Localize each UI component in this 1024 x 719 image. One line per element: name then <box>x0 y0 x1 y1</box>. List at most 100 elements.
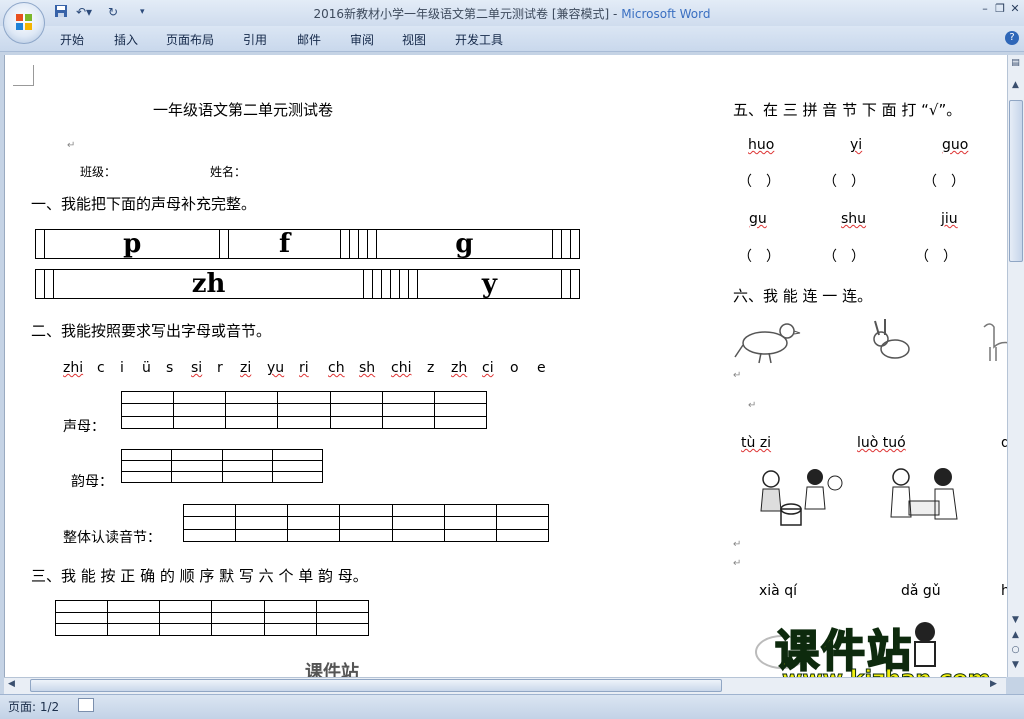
s5-paren[interactable]: （ ） <box>915 246 957 266</box>
writing-cell[interactable] <box>495 528 550 543</box>
writing-cell[interactable] <box>381 415 435 430</box>
writing-cell[interactable] <box>443 503 497 518</box>
grid-cell[interactable] <box>348 229 360 259</box>
writing-cell[interactable] <box>221 460 273 472</box>
page-indicator[interactable]: 页面: 1/2 <box>8 698 59 715</box>
writing-cell[interactable] <box>120 390 175 405</box>
s5-paren[interactable]: （ ） <box>738 171 780 191</box>
writing-cell[interactable] <box>495 516 550 530</box>
writing-cell[interactable] <box>433 390 488 405</box>
grid-cell[interactable] <box>381 269 391 299</box>
writing-cell[interactable] <box>315 611 370 625</box>
s5-paren[interactable]: （ ） <box>738 246 780 266</box>
grid-cell[interactable]: g <box>376 229 553 259</box>
writing-cell[interactable] <box>339 503 393 518</box>
writing-cell[interactable] <box>211 600 265 613</box>
writing-cell[interactable] <box>329 390 383 405</box>
browse-object-icon[interactable]: ○ <box>1008 645 1023 655</box>
grid-cell[interactable] <box>219 229 230 259</box>
s5-paren[interactable]: （ ） <box>823 246 865 266</box>
tab-page-layout[interactable]: 页面布局 <box>166 31 214 48</box>
grid-cell[interactable]: p <box>44 229 221 259</box>
previous-page-icon[interactable]: ▲ <box>1008 630 1023 640</box>
writing-cell[interactable] <box>329 415 383 430</box>
writing-cell[interactable] <box>182 528 237 543</box>
vertical-scroll-thumb[interactable] <box>1009 100 1023 262</box>
next-page-icon[interactable]: ▼ <box>1008 660 1023 670</box>
restore-icon[interactable]: ❐ <box>993 2 1007 16</box>
proofing-icon[interactable] <box>78 698 94 712</box>
writing-cell[interactable] <box>235 503 289 518</box>
grid-cell[interactable] <box>398 269 409 299</box>
minimize-icon[interactable]: – <box>978 2 992 16</box>
grid-cell[interactable]: y <box>416 269 562 299</box>
grid-cell[interactable] <box>390 269 400 299</box>
writing-cell[interactable] <box>271 460 324 472</box>
writing-cell[interactable] <box>391 516 445 530</box>
scroll-up-icon[interactable]: ▲ <box>1008 80 1023 90</box>
writing-cell[interactable] <box>235 516 289 530</box>
writing-cell[interactable] <box>271 449 324 461</box>
writing-cell[interactable] <box>263 623 317 636</box>
scroll-right-icon[interactable]: ▶ <box>990 679 997 689</box>
close-icon[interactable]: ✕ <box>1008 2 1022 16</box>
writing-cell[interactable] <box>120 471 173 483</box>
tab-view[interactable]: 视图 <box>402 31 426 48</box>
writing-cell[interactable] <box>54 611 109 625</box>
writing-cell[interactable] <box>433 415 488 430</box>
writing-cell[interactable] <box>315 623 370 636</box>
tab-review[interactable]: 审阅 <box>350 31 374 48</box>
writing-cell[interactable] <box>173 415 227 430</box>
tab-developer[interactable]: 开发工具 <box>455 31 503 48</box>
writing-cell[interactable] <box>225 390 279 405</box>
grid-cell[interactable] <box>407 269 418 299</box>
grid-cell[interactable] <box>569 269 581 299</box>
writing-cell[interactable] <box>443 516 497 530</box>
writing-cell[interactable] <box>171 460 223 472</box>
writing-cell[interactable] <box>263 600 317 613</box>
writing-cell[interactable] <box>159 600 213 613</box>
writing-cell[interactable] <box>287 503 341 518</box>
scroll-left-icon[interactable]: ◀ <box>8 679 15 689</box>
writing-cell[interactable] <box>173 390 227 405</box>
writing-cell[interactable] <box>391 528 445 543</box>
grid-cell[interactable] <box>43 269 54 299</box>
writing-cell[interactable] <box>107 600 161 613</box>
writing-cell[interactable] <box>235 528 289 543</box>
writing-cell[interactable] <box>107 611 161 625</box>
writing-cell[interactable] <box>120 460 173 472</box>
writing-cell[interactable] <box>381 390 435 405</box>
writing-cell[interactable] <box>329 403 383 417</box>
office-button[interactable] <box>3 2 45 44</box>
writing-cell[interactable] <box>182 516 237 530</box>
tab-insert[interactable]: 插入 <box>114 31 138 48</box>
writing-cell[interactable] <box>277 415 331 430</box>
writing-cell[interactable] <box>339 516 393 530</box>
writing-cell[interactable] <box>381 403 435 417</box>
writing-cell[interactable] <box>339 528 393 543</box>
writing-cell[interactable] <box>287 516 341 530</box>
writing-cell[interactable] <box>391 503 445 518</box>
horizontal-scroll-thumb[interactable] <box>30 679 722 692</box>
writing-cell[interactable] <box>277 390 331 405</box>
grid-cell[interactable] <box>569 229 581 259</box>
grid-cell[interactable] <box>560 229 571 259</box>
writing-cell[interactable] <box>225 403 279 417</box>
writing-cell[interactable] <box>159 623 213 636</box>
grid-cell[interactable]: zh <box>52 269 365 299</box>
writing-cell[interactable] <box>287 528 341 543</box>
s5-paren[interactable]: （ ） <box>823 171 865 191</box>
writing-cell[interactable] <box>495 503 550 518</box>
grid-cell[interactable] <box>358 229 369 259</box>
writing-cell[interactable] <box>221 471 273 483</box>
grid-cell[interactable] <box>372 269 383 299</box>
writing-cell[interactable] <box>271 471 324 483</box>
writing-cell[interactable] <box>173 403 227 417</box>
grid-cell[interactable] <box>339 229 350 259</box>
tab-home[interactable]: 开始 <box>60 31 84 48</box>
ruler-toggle-icon[interactable]: ▤ <box>1008 58 1023 68</box>
grid-cell[interactable] <box>363 269 374 299</box>
writing-cell[interactable] <box>263 611 317 625</box>
grid-cell[interactable] <box>35 269 45 299</box>
grid-cell[interactable]: f <box>228 229 341 259</box>
